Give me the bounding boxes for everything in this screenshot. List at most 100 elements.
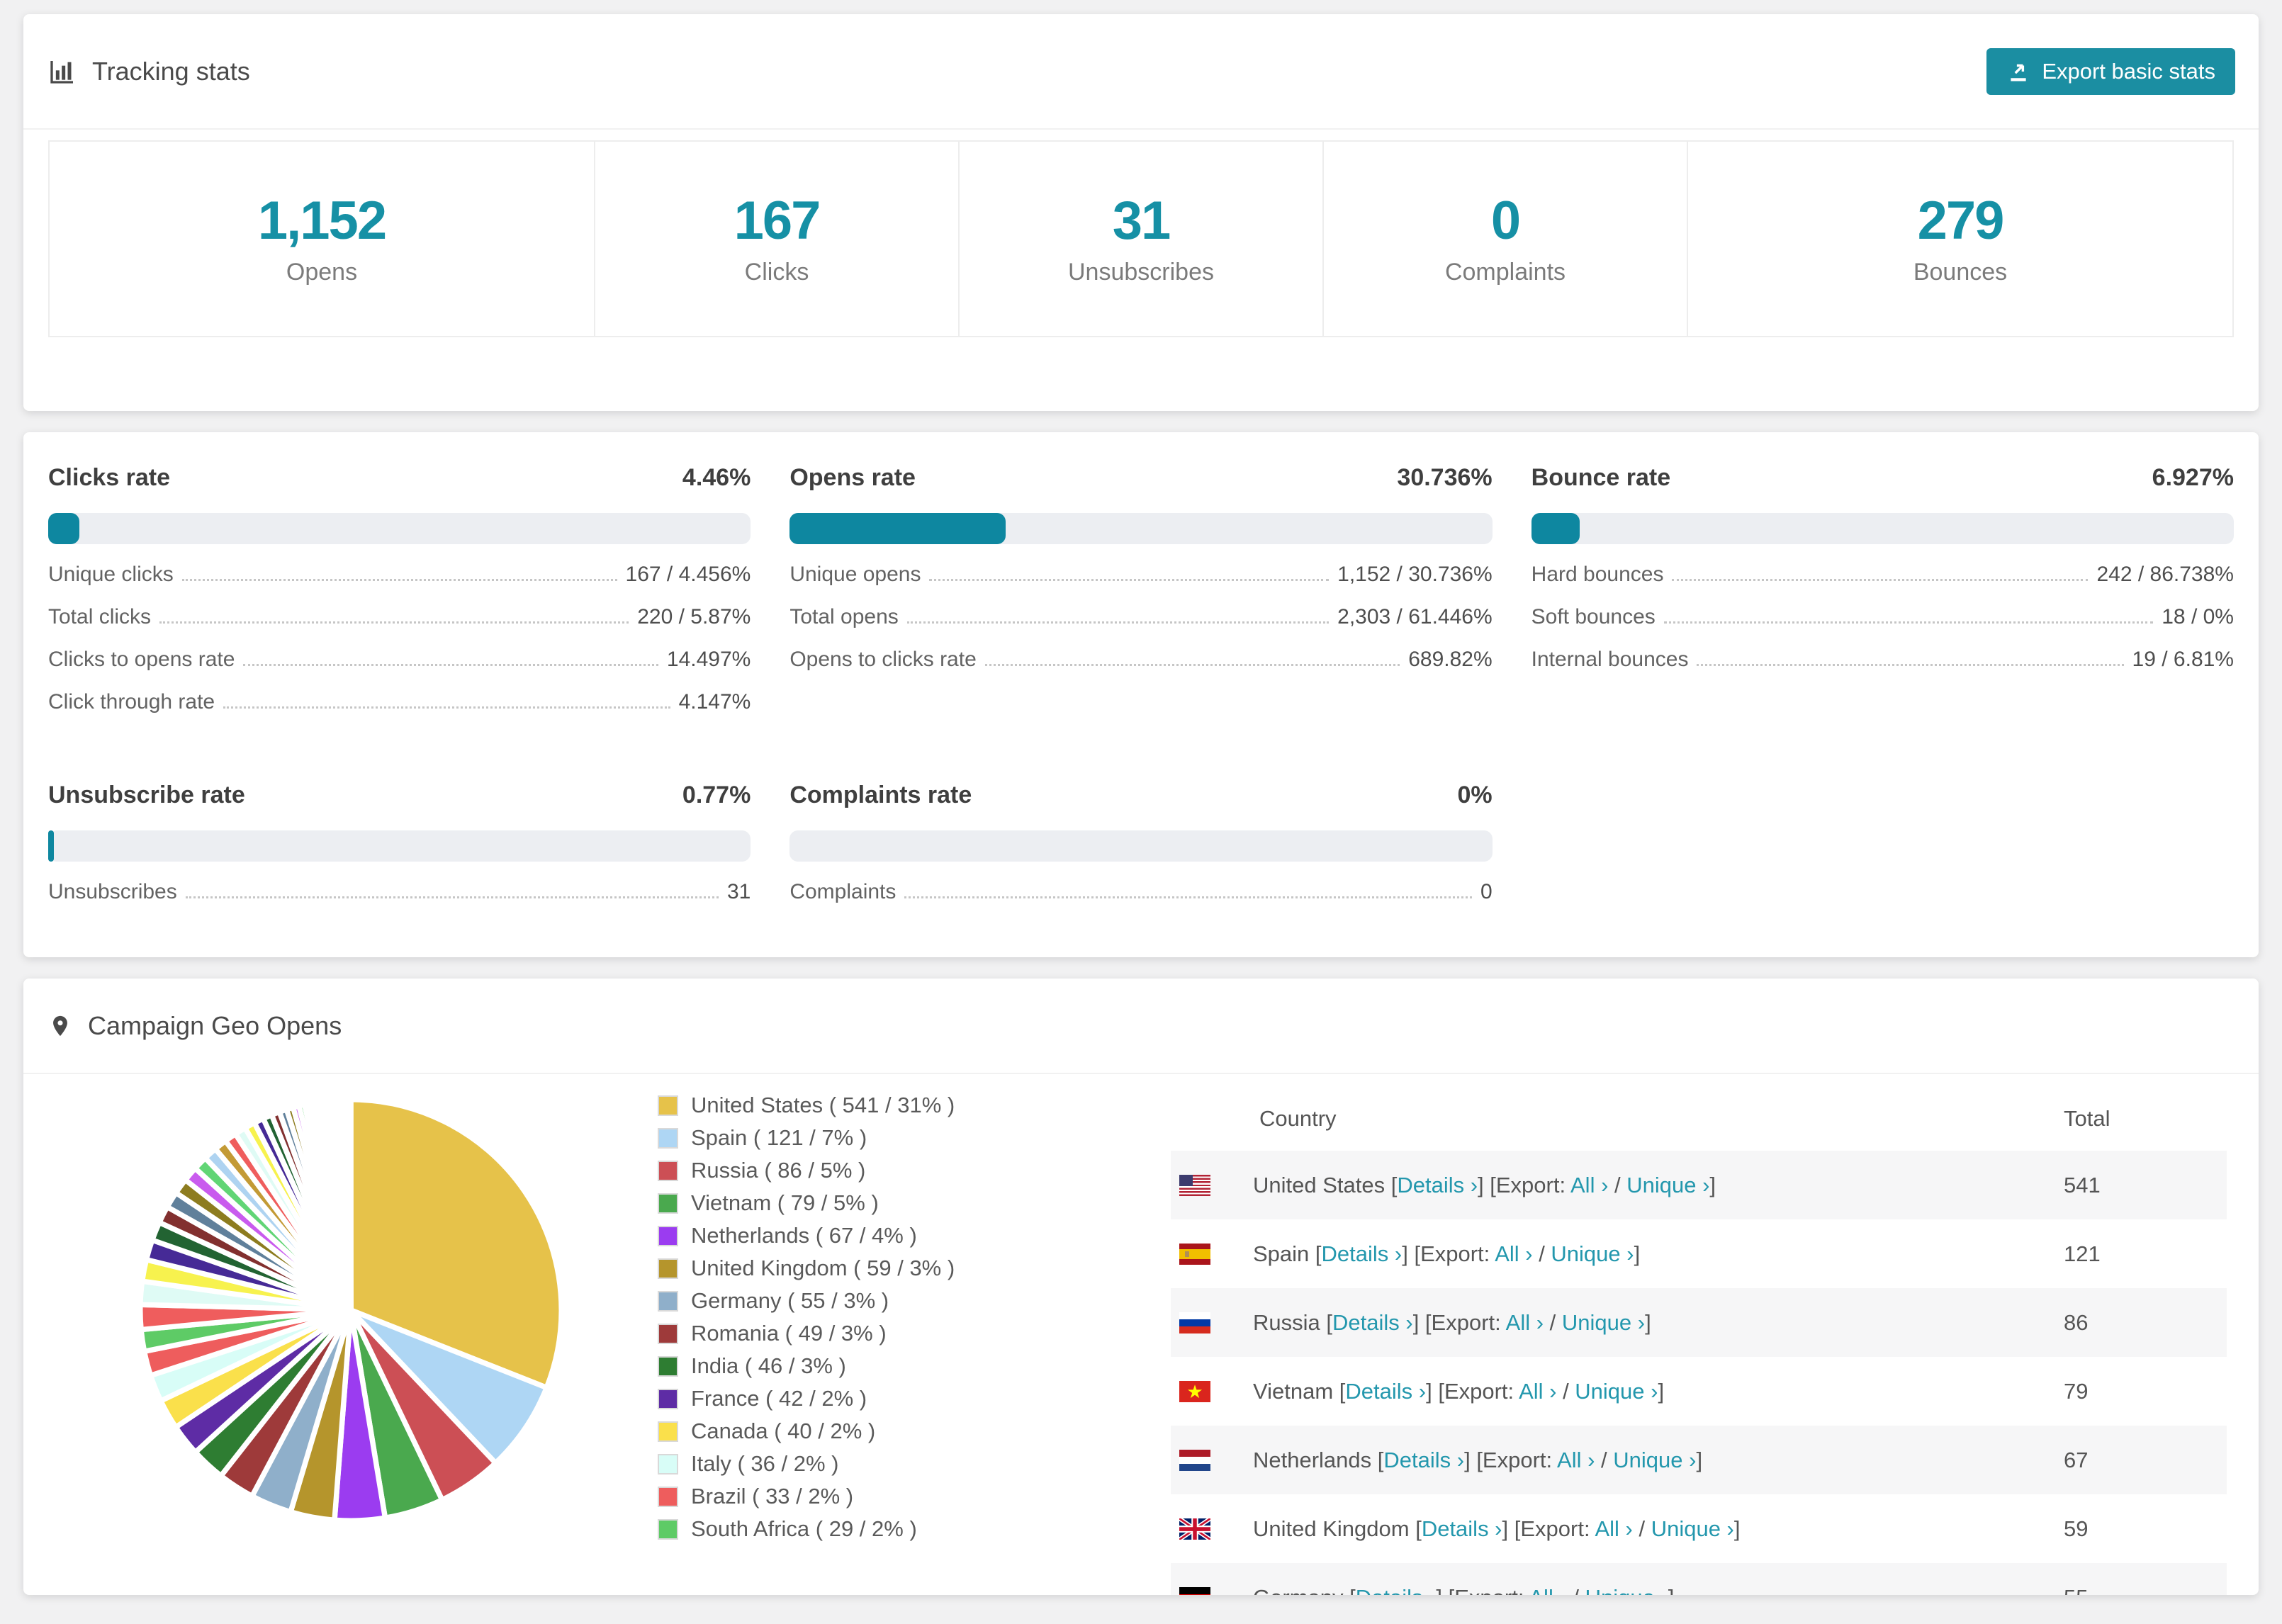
complaints-count: 0 [1490,191,1521,251]
opens-rate-block: Opens rate 30.736% Unique opens 1,152 / 3… [789,464,1493,714]
dotted-leader [929,579,1330,581]
unsubscribes-count: 31 [1112,191,1171,251]
export-unique-link[interactable]: Unique › [1551,1241,1634,1266]
legend-swatch [658,1355,678,1377]
country-total: 541 [2064,1172,2101,1197]
rate-title: Complaints rate [789,782,972,808]
legend-item[interactable]: Russia ( 86 / 5% ) [658,1158,998,1183]
stat-row-value: 167 / 4.456% [625,563,751,586]
export-all-link[interactable]: All › [1557,1448,1595,1472]
legend-item[interactable]: Vietnam ( 79 / 5% ) [658,1190,998,1216]
dotted-leader [1697,664,2124,666]
stat-clicks: 167 Clicks [594,142,958,336]
country-total: 79 [2064,1378,2089,1404]
dotted-leader [1663,621,2154,624]
details-link[interactable]: Details › [1422,1516,1502,1541]
legend-item[interactable]: South Africa ( 29 / 2% ) [658,1516,998,1542]
country-total: 67 [2064,1447,2089,1472]
stat-row-value: 0 [1480,880,1493,903]
legend-label: Spain ( 121 / 7% ) [691,1125,867,1150]
export-unique-link[interactable]: Unique › [1626,1173,1709,1197]
legend-item[interactable]: Canada ( 40 / 2% ) [658,1419,998,1444]
details-link[interactable]: Details › [1356,1585,1437,1596]
export-unique-link[interactable]: Unique › [1613,1448,1696,1472]
country-total: 121 [2064,1241,2101,1266]
legend-swatch [658,1518,678,1540]
stat-row: Unique opens 1,152 / 30.736% [789,563,1492,587]
export-unique-link[interactable]: Unique › [1651,1516,1734,1541]
stat-row: Unsubscribes 31 [48,880,751,904]
stat-row: Total clicks 220 / 5.87% [48,605,751,629]
rate-title: Bounce rate [1531,464,1671,491]
rate-percent: 0.77% [682,782,751,808]
stat-row-label: Total clicks [48,605,152,628]
legend-swatch [658,1486,678,1507]
geo-table-row: Spain [Details ›] [Export: All › / Uniqu… [1171,1219,2227,1288]
details-link[interactable]: Details › [1383,1448,1464,1472]
legend-item[interactable]: India ( 46 / 3% ) [658,1353,998,1379]
stat-unsubscribes: 31 Unsubscribes [958,142,1322,336]
stat-row-label: Click through rate [48,690,215,714]
bounces-count: 279 [1917,191,2005,251]
stat-row-label: Unsubscribes [48,880,177,903]
es-flag-icon [1179,1243,1210,1265]
export-all-link[interactable]: All › [1570,1173,1608,1197]
stat-row-label: Unique clicks [48,563,174,586]
legend-item[interactable]: Netherlands ( 67 / 4% ) [658,1223,998,1248]
export-all-link[interactable]: All › [1495,1241,1532,1266]
legend-swatch [658,1388,678,1409]
stat-row-label: Opens to clicks rate [789,648,977,671]
export-unique-link[interactable]: Unique › [1562,1310,1645,1335]
details-link[interactable]: Details › [1397,1173,1478,1197]
dotted-leader [984,664,1400,666]
legend-item[interactable]: United Kingdom ( 59 / 3% ) [658,1256,998,1281]
geo-opens-title: Campaign Geo Opens [88,1010,342,1040]
legend-label: South Africa ( 29 / 2% ) [691,1516,917,1541]
tracking-stats-header: Tracking stats Export basic stats [23,14,2259,130]
stat-row-value: 4.147% [678,690,751,714]
details-link[interactable]: Details › [1322,1241,1403,1266]
stat-row: Soft bounces 18 / 0% [1531,605,2234,629]
country-name: Russia [1253,1309,1320,1335]
legend-label: United Kingdom ( 59 / 3% ) [691,1256,955,1280]
legend-item[interactable]: Italy ( 36 / 2% ) [658,1451,998,1477]
legend-item[interactable]: Spain ( 121 / 7% ) [658,1125,998,1151]
stat-row-value: 18 / 0% [2162,605,2234,628]
export-basic-stats-button[interactable]: Export basic stats [1986,47,2235,95]
legend-item[interactable]: France ( 42 / 2% ) [658,1386,998,1411]
details-link[interactable]: Details › [1332,1310,1413,1335]
legend-item[interactable]: Germany ( 55 / 3% ) [658,1288,998,1314]
legend-item[interactable]: Romania ( 49 / 3% ) [658,1321,998,1346]
stats-summary-row: 1,152 Opens 167 Clicks 31 Unsubscribes 0… [48,140,2234,337]
export-all-link[interactable]: All › [1506,1310,1544,1335]
details-link[interactable]: Details › [1345,1379,1426,1404]
legend-label: Germany ( 55 / 3% ) [691,1288,889,1313]
legend-swatch [658,1323,678,1344]
country-name: Netherlands [1253,1447,1372,1472]
stat-row-label: Soft bounces [1531,605,1656,628]
legend-item[interactable]: Brazil ( 33 / 2% ) [658,1484,998,1509]
country-total: 55 [2064,1585,2088,1596]
legend-swatch [658,1160,678,1181]
dotted-leader [904,896,1472,898]
export-unique-link[interactable]: Unique › [1585,1585,1668,1596]
export-all-link[interactable]: All › [1529,1585,1566,1596]
stat-row-value: 1,152 / 30.736% [1337,563,1493,586]
legend-item[interactable]: United States ( 541 / 31% ) [658,1093,998,1118]
legend-swatch [658,1192,678,1214]
export-all-link[interactable]: All › [1519,1379,1556,1404]
export-unique-link[interactable]: Unique › [1575,1379,1658,1404]
rate-percent: 6.927% [2152,464,2234,491]
export-all-link[interactable]: All › [1595,1516,1632,1541]
dotted-leader [1672,579,2089,581]
stat-row: Unique clicks 167 / 4.456% [48,563,751,587]
ru-flag-icon [1179,1312,1210,1333]
geo-table-row: Germany [Details ›] [Export: All › / Uni… [1171,1563,2227,1595]
geo-table-header: Country Total [1171,1087,2227,1151]
geo-table-row: Netherlands [Details ›] [Export: All › /… [1171,1426,2227,1494]
bounce-rate-progressbar [1531,513,2234,544]
legend-swatch [658,1095,678,1116]
stat-row: Click through rate 4.147% [48,690,751,714]
legend-label: Romania ( 49 / 3% ) [691,1321,887,1346]
clicks-count: 167 [734,191,821,251]
